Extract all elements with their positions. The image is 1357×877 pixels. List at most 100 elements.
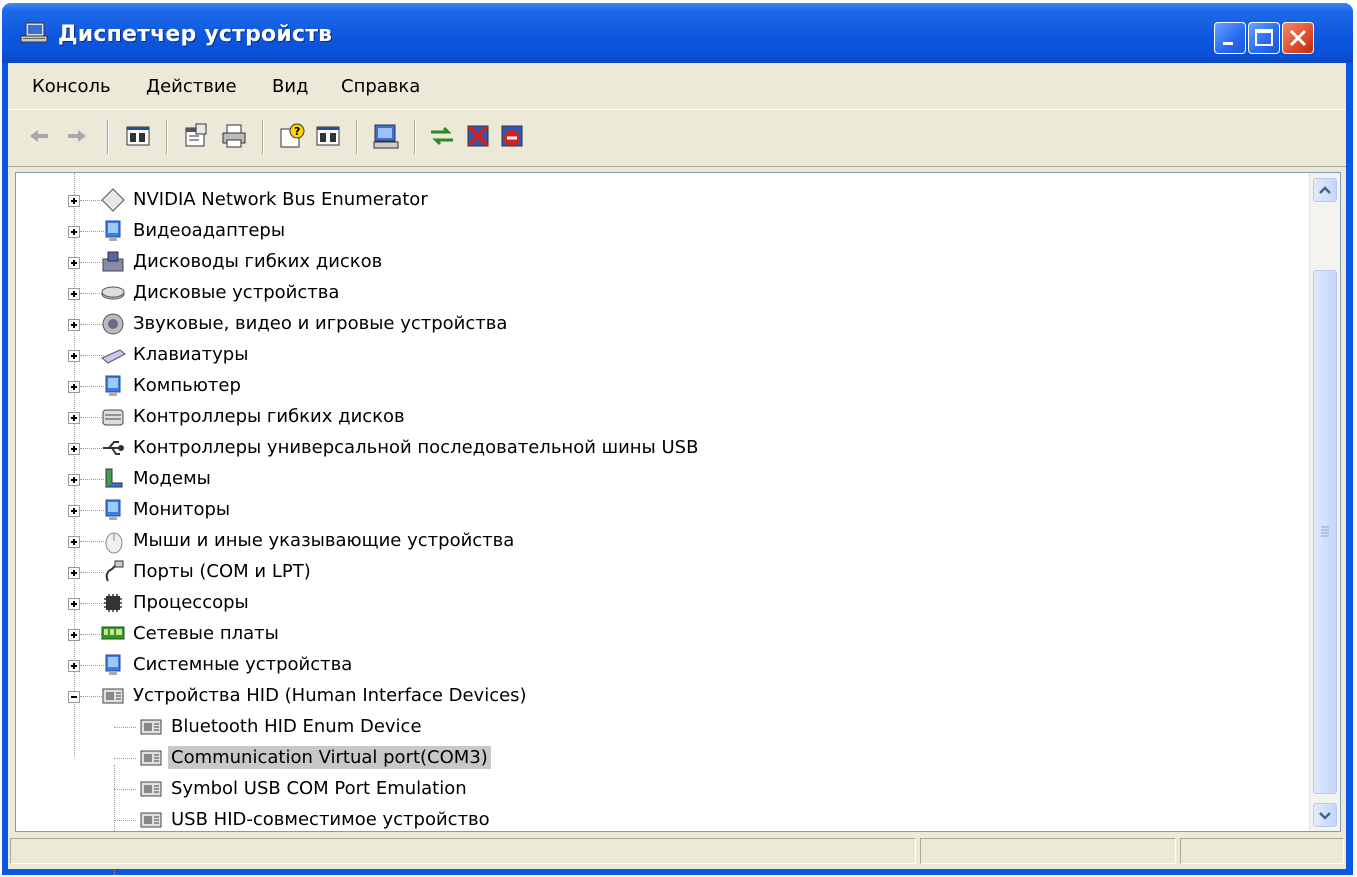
hid-device-icon — [140, 719, 162, 735]
tree-category-row[interactable]: Контроллеры универсальной последовательн… — [16, 433, 1296, 463]
expand-icon[interactable] — [68, 505, 80, 517]
minimize-button[interactable] — [1214, 22, 1246, 54]
tree-category-row[interactable]: Сетевые платы — [16, 619, 1296, 649]
expand-icon[interactable] — [68, 629, 80, 641]
tree-category-row[interactable]: Контроллеры гибких дисков — [16, 402, 1296, 432]
chevron-down-icon — [1319, 812, 1331, 820]
collapse-icon[interactable] — [68, 691, 80, 703]
tree-category-row[interactable]: Дисковые устройства — [16, 278, 1296, 308]
tree-category-row[interactable]: Звуковые, видео и игровые устройства — [16, 309, 1296, 339]
expand-icon[interactable] — [68, 412, 80, 424]
tree-device-row[interactable]: Communication Virtual port(COM3) — [16, 743, 1296, 773]
tree-category-label[interactable]: Мониторы — [130, 498, 233, 521]
tree-device-label[interactable]: USB HID-совместимое устройство — [168, 808, 493, 831]
expand-icon[interactable] — [68, 598, 80, 610]
expand-icon[interactable] — [68, 319, 80, 331]
selected-device-label[interactable]: Communication Virtual port(COM3) — [168, 746, 491, 769]
expand-icon[interactable] — [68, 474, 80, 486]
disable-device-icon[interactable] — [464, 122, 492, 150]
tree-category-label[interactable]: Контроллеры гибких дисков — [130, 405, 408, 428]
menu-help[interactable]: Справка — [341, 76, 420, 97]
sound-icon — [102, 313, 124, 335]
tree-category-label[interactable]: Видеоадаптеры — [130, 219, 288, 242]
tree-connector — [114, 727, 136, 729]
toolbar: ? — [8, 110, 1346, 167]
tree-device-label[interactable]: Bluetooth HID Enum Device — [168, 715, 425, 738]
minimize-icon — [1223, 42, 1233, 45]
tree-category-label[interactable]: NVIDIA Network Bus Enumerator — [130, 188, 431, 211]
status-bar — [8, 832, 1346, 869]
tree-category-row[interactable]: Компьютер — [16, 371, 1296, 401]
tree-device-row[interactable]: Bluetooth HID Enum Device — [16, 712, 1296, 742]
tree-category-row[interactable]: Клавиатуры — [16, 340, 1296, 370]
expand-icon[interactable] — [68, 660, 80, 672]
expand-icon[interactable] — [68, 381, 80, 393]
expand-icon[interactable] — [68, 226, 80, 238]
tree-category-row[interactable]: Системные устройства — [16, 650, 1296, 680]
tree-category-label[interactable]: Мыши и иные указывающие устройства — [130, 529, 517, 552]
tree-connector — [114, 789, 136, 791]
tree-category-row[interactable]: Порты (COM и LPT) — [16, 557, 1296, 587]
tree-device-row[interactable]: Symbol USB COM Port Emulation — [16, 774, 1296, 804]
tree-category-row[interactable]: Модемы — [16, 464, 1296, 494]
back-arrow-icon[interactable] — [26, 122, 54, 150]
monitor-icon — [105, 499, 121, 520]
expand-icon[interactable] — [68, 536, 80, 548]
hid-device-icon — [140, 812, 162, 828]
forward-arrow-icon[interactable] — [62, 122, 90, 150]
title-bar[interactable]: Диспетчер устройств — [2, 3, 1353, 63]
tree-category-row[interactable]: Дисководы гибких дисков — [16, 247, 1296, 277]
toolbar-separator — [414, 120, 416, 154]
processor-icon — [104, 594, 122, 612]
network-card-icon — [101, 626, 125, 640]
tree-category-label[interactable]: Звуковые, видео и игровые устройства — [130, 312, 510, 335]
action-pane-icon[interactable] — [314, 122, 342, 150]
tree-category-label[interactable]: Контроллеры универсальной последовательн… — [130, 436, 701, 459]
tree-category-label[interactable]: Дисководы гибких дисков — [130, 250, 385, 273]
expand-icon[interactable] — [68, 288, 80, 300]
properties-icon[interactable] — [182, 122, 210, 150]
tree-category-label[interactable]: Устройства HID (Human Interface Devices) — [130, 684, 530, 707]
tree-category-row[interactable]: Устройства HID (Human Interface Devices) — [16, 681, 1296, 711]
update-driver-icon[interactable] — [428, 122, 456, 150]
vertical-scrollbar[interactable] — [1309, 173, 1340, 831]
close-button[interactable] — [1282, 22, 1314, 54]
show-hide-console-tree-icon[interactable] — [124, 122, 152, 150]
system-device-icon — [105, 654, 121, 675]
scan-hardware-icon[interactable] — [372, 122, 400, 150]
scroll-up-button[interactable] — [1313, 178, 1337, 202]
tree-connector — [114, 758, 136, 760]
scroll-down-button[interactable] — [1313, 803, 1337, 827]
tree-category-label[interactable]: Дисковые устройства — [130, 281, 342, 304]
help-icon[interactable]: ? — [278, 122, 306, 150]
uninstall-device-icon[interactable] — [498, 122, 526, 150]
tree-category-label[interactable]: Модемы — [130, 467, 214, 490]
menu-view[interactable]: Вид — [272, 76, 309, 97]
tree-category-label[interactable]: Компьютер — [130, 374, 244, 397]
print-icon[interactable] — [220, 122, 248, 150]
tree-category-row[interactable]: Мыши и иные указывающие устройства — [16, 526, 1296, 556]
tree-device-row[interactable]: USB HID-совместимое устройство — [16, 805, 1296, 835]
expand-icon[interactable] — [68, 195, 80, 207]
tree-category-row[interactable]: Процессоры — [16, 588, 1296, 618]
tree-category-label[interactable]: Сетевые платы — [130, 622, 282, 645]
scroll-thumb[interactable] — [1313, 270, 1337, 794]
menu-action[interactable]: Действие — [146, 76, 237, 97]
tree-device-label[interactable]: Symbol USB COM Port Emulation — [168, 777, 470, 800]
tree-category-label[interactable]: Клавиатуры — [130, 343, 251, 366]
expand-icon[interactable] — [68, 350, 80, 362]
menu-console[interactable]: Консоль — [32, 76, 111, 97]
expand-icon[interactable] — [68, 443, 80, 455]
toolbar-separator — [262, 120, 264, 154]
tree-category-label[interactable]: Порты (COM и LPT) — [130, 560, 314, 583]
expand-icon[interactable] — [68, 567, 80, 579]
device-tree[interactable]: NVIDIA Network Bus Enumerator Видеоадапте… — [15, 172, 1341, 875]
expand-icon[interactable] — [68, 257, 80, 269]
floppy-controller-icon — [102, 409, 124, 426]
tree-category-row[interactable]: NVIDIA Network Bus Enumerator — [16, 185, 1296, 215]
tree-category-label[interactable]: Системные устройства — [130, 653, 355, 676]
tree-category-label[interactable]: Процессоры — [130, 591, 252, 614]
maximize-button[interactable] — [1248, 22, 1280, 54]
tree-category-row[interactable]: Видеоадаптеры — [16, 216, 1296, 246]
tree-category-row[interactable]: Мониторы — [16, 495, 1296, 525]
